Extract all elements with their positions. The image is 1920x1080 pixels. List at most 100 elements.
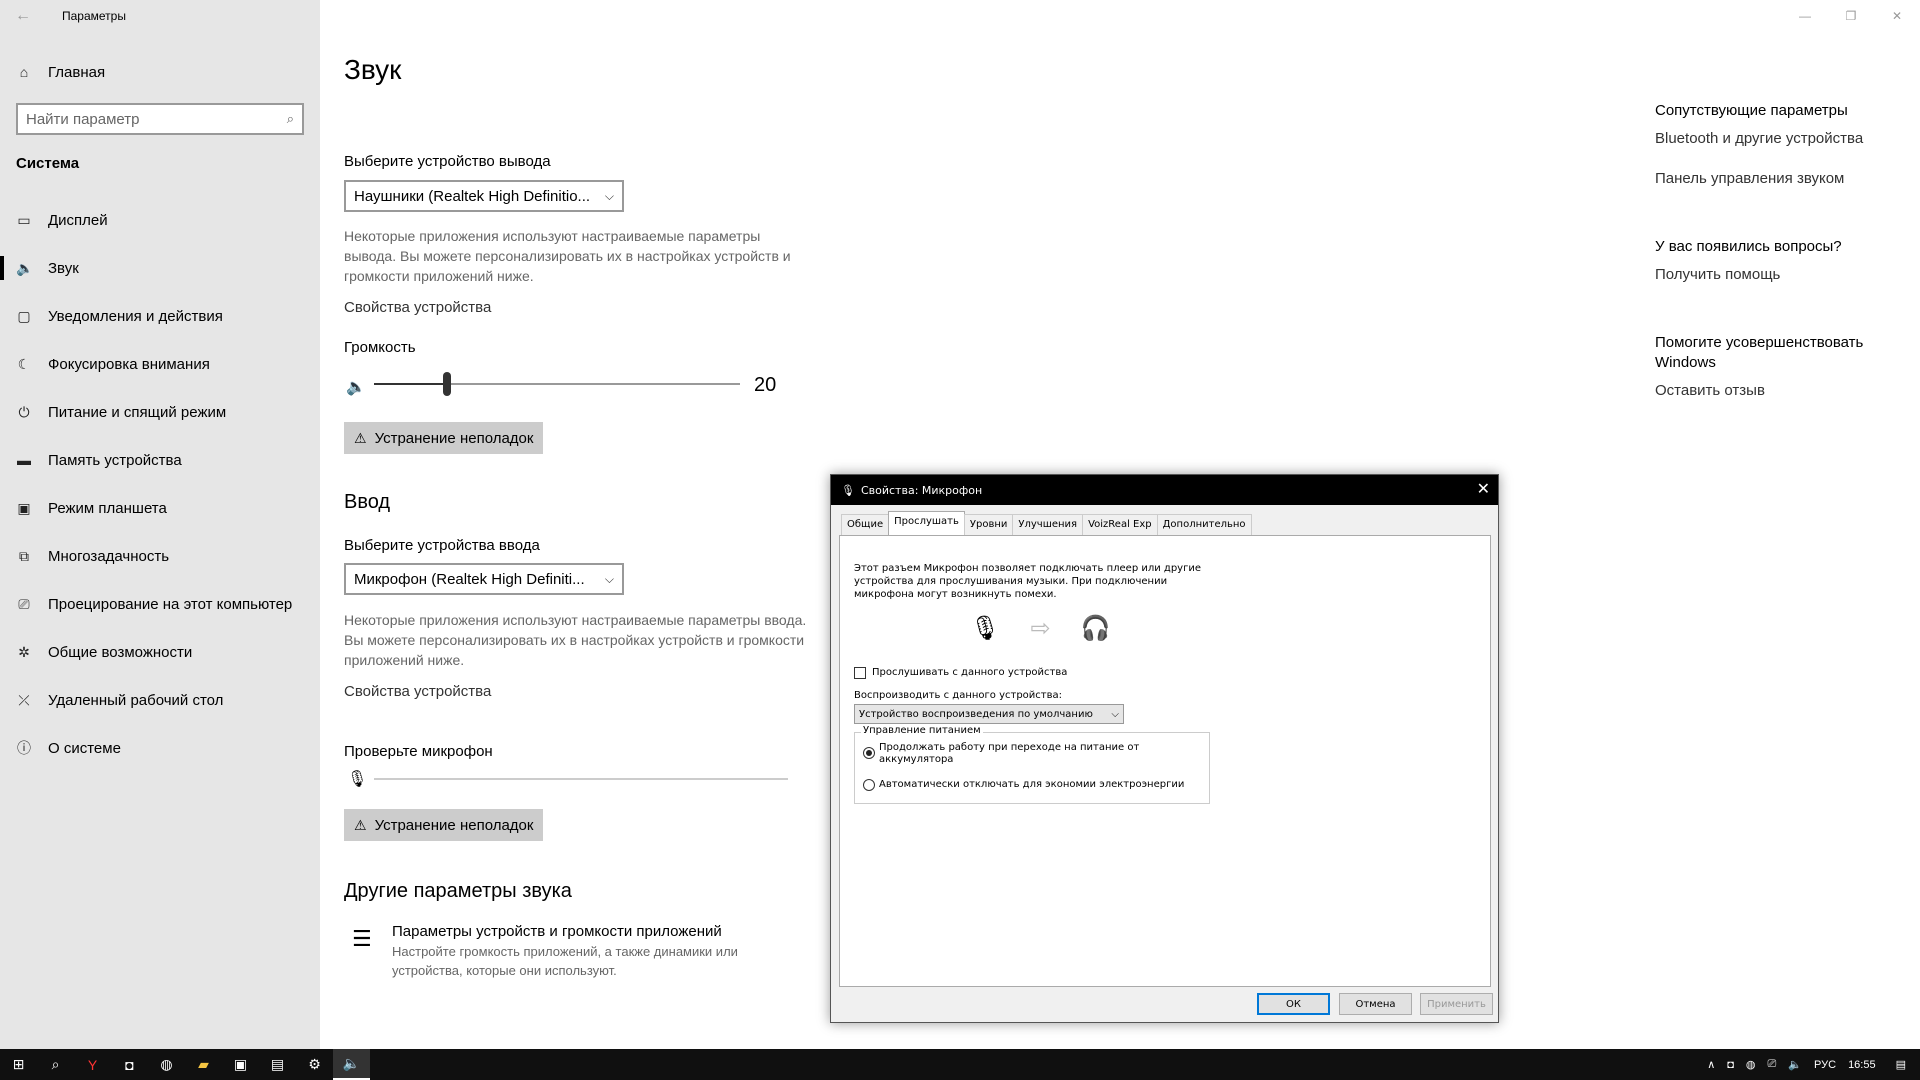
- discord-tray-icon[interactable]: ◘: [1727, 1059, 1734, 1071]
- playback-label: Воспроизводить с данного устройства:: [854, 690, 1063, 701]
- notification-icon[interactable]: ▤: [1896, 1058, 1906, 1071]
- volume-slider[interactable]: [374, 372, 740, 396]
- back-button[interactable]: ←: [0, 0, 46, 32]
- output-device-label: Выберите устройство вывода: [344, 153, 551, 170]
- questions-heading: У вас появились вопросы?: [1655, 238, 1842, 255]
- auto-disable-radio[interactable]: [863, 779, 875, 791]
- input-device-select[interactable]: Микрофон (Realtek High Definiti... ⌵: [344, 563, 624, 595]
- multitask-icon: ⧉: [19, 547, 29, 564]
- clock[interactable]: 16:55: [1848, 1059, 1876, 1071]
- nav-label: Многозадачность: [48, 547, 170, 565]
- sound-control-panel-link[interactable]: Панель управления звуком: [1655, 170, 1844, 187]
- settings-sidebar: ← Параметры ⌂ Главная ⌕ Система ▭ Дисплей…: [0, 0, 320, 1049]
- warning-icon: ⚠: [354, 429, 367, 446]
- sidebar-item-focus[interactable]: ☾ Фокусировка внимания: [0, 340, 320, 388]
- start-icon[interactable]: ⊞: [0, 1049, 37, 1080]
- auto-disable-label[interactable]: Автоматически отключать для экономии эле…: [879, 779, 1184, 790]
- nav-label: Память устройства: [48, 451, 182, 469]
- dialog-tabs: Общие Прослушать Уровни Улучшения VoizRe…: [841, 511, 1252, 535]
- input-device-properties-link[interactable]: Свойства устройства: [344, 683, 491, 700]
- sidebar-item-display[interactable]: ▭ Дисплей: [0, 196, 320, 244]
- bluetooth-link[interactable]: Bluetooth и другие устройства: [1655, 130, 1863, 147]
- ok-button[interactable]: ОК: [1257, 993, 1330, 1015]
- steam-tray-icon[interactable]: ◍: [1746, 1058, 1756, 1071]
- maximize-button[interactable]: ❐: [1828, 0, 1874, 32]
- playback-device-select[interactable]: Устройство воспроизведения по умолчанию …: [854, 704, 1124, 724]
- steam-icon[interactable]: ◍: [148, 1049, 185, 1080]
- sidebar-item-storage[interactable]: ▬ Память устройства: [0, 436, 320, 484]
- tab-advanced[interactable]: Дополнительно: [1156, 514, 1252, 535]
- nav-label: Фокусировка внимания: [48, 355, 210, 373]
- listen-checkbox[interactable]: [854, 667, 866, 679]
- keep-running-label[interactable]: Продолжать работу при переходе на питани…: [879, 742, 1179, 766]
- discord-icon[interactable]: ◘: [111, 1049, 148, 1080]
- tab-levels[interactable]: Уровни: [963, 514, 1014, 535]
- yandex-browser-icon[interactable]: Y: [74, 1049, 111, 1080]
- input-troubleshoot-button[interactable]: ⚠ Устранение неполадок: [344, 809, 544, 841]
- network-icon[interactable]: ⎚: [1768, 1058, 1777, 1071]
- sidebar-item-notifications[interactable]: ▢ Уведомления и действия: [0, 292, 320, 340]
- listen-tab-panel: Этот разъем Микрофон позволяет подключат…: [839, 535, 1491, 987]
- search-icon[interactable]: ⌕: [287, 111, 294, 127]
- app-volume-link[interactable]: Параметры устройств и громкости приложен…: [392, 923, 722, 940]
- sidebar-item-project[interactable]: ⎚ Проецирование на этот компьютер: [0, 580, 320, 628]
- search-input[interactable]: [26, 110, 287, 128]
- power-icon: ⏻: [18, 403, 30, 420]
- output-troubleshoot-button[interactable]: ⚠ Устранение неполадок: [344, 422, 544, 454]
- get-help-link[interactable]: Получить помощь: [1655, 266, 1780, 283]
- volume-label: Громкость: [344, 339, 416, 356]
- storage-icon: ▬: [17, 452, 31, 468]
- search-icon[interactable]: ⌕: [37, 1049, 74, 1080]
- speaker-icon[interactable]: 🔈: [346, 377, 366, 397]
- improve-heading: Помогите усовершенствовать Windows: [1655, 334, 1864, 371]
- sidebar-item-sound[interactable]: 🔈 Звук: [0, 244, 320, 292]
- nav-label: Дисплей: [48, 211, 108, 229]
- output-device-value: Наушники (Realtek High Definitio...: [354, 187, 591, 205]
- sidebar-item-shared[interactable]: ✲ Общие возможности: [0, 628, 320, 676]
- sliders-icon: ☰: [352, 926, 372, 951]
- input-device-value: Микрофон (Realtek High Definiti...: [354, 570, 585, 588]
- folder-icon[interactable]: ▰: [185, 1049, 222, 1080]
- sound-app-icon[interactable]: 🔈: [333, 1049, 370, 1080]
- chevron-up-icon[interactable]: ∧: [1707, 1058, 1715, 1071]
- feedback-link[interactable]: Оставить отзыв: [1655, 382, 1765, 399]
- volume-value: 20: [754, 374, 777, 396]
- sidebar-item-power[interactable]: ⏻ Питание и спящий режим: [0, 388, 320, 436]
- microphone-icon: 🎙: [970, 614, 1001, 642]
- sidebar-item-multitask[interactable]: ⧉ Многозадачность: [0, 532, 320, 580]
- nav-list: ▭ Дисплей 🔈 Звук ▢ Уведомления и действия ☾…: [0, 196, 320, 772]
- app-icon[interactable]: ▣: [222, 1049, 259, 1080]
- nav-label: Удаленный рабочий стол: [48, 691, 224, 709]
- tab-listen[interactable]: Прослушать: [888, 511, 965, 535]
- output-device-select[interactable]: Наушники (Realtek High Definitio... ⌵: [344, 180, 624, 212]
- dialog-titlebar: 🎙 Свойства: Микрофон ✕: [831, 475, 1498, 505]
- speaker-icon: 🔈: [16, 259, 34, 276]
- listen-checkbox-label[interactable]: Прослушивать с данного устройства: [872, 667, 1067, 678]
- search-box[interactable]: ⌕: [16, 103, 304, 135]
- tab-enhancements[interactable]: Улучшения: [1012, 514, 1084, 535]
- volume-icon[interactable]: 🔈: [1788, 1058, 1802, 1071]
- apply-button[interactable]: Применить: [1420, 993, 1493, 1015]
- language-indicator[interactable]: РУС: [1814, 1059, 1836, 1071]
- sidebar-item-remote[interactable]: ⤫ Удаленный рабочий стол: [0, 676, 320, 724]
- keep-running-radio[interactable]: [863, 747, 875, 759]
- tab-voizreal[interactable]: VoizReal Exp: [1082, 514, 1158, 535]
- tab-general[interactable]: Общие: [841, 514, 890, 535]
- warning-icon: ⚠: [354, 816, 367, 833]
- other-sound-heading: Другие параметры звука: [344, 880, 572, 902]
- minimize-button[interactable]: —: [1782, 0, 1828, 32]
- tablet-icon: ▣: [17, 499, 31, 516]
- page-title: Звук: [344, 54, 402, 85]
- microphone-icon: 🎙: [841, 483, 855, 497]
- close-button[interactable]: ✕: [1874, 0, 1920, 32]
- volume-slider-thumb[interactable]: [443, 372, 451, 396]
- input-device-label: Выберите устройства ввода: [344, 537, 540, 554]
- sidebar-item-tablet[interactable]: ▣ Режим планшета: [0, 484, 320, 532]
- settings-gear-icon[interactable]: ⚙: [296, 1049, 333, 1080]
- display-app-icon[interactable]: ▤: [259, 1049, 296, 1080]
- nav-home[interactable]: ⌂ Главная: [0, 58, 320, 86]
- dialog-close-button[interactable]: ✕: [1477, 479, 1490, 498]
- cancel-button[interactable]: Отмена: [1339, 993, 1412, 1015]
- output-device-properties-link[interactable]: Свойства устройства: [344, 299, 491, 316]
- sidebar-item-about[interactable]: ⓘ О системе: [0, 724, 320, 772]
